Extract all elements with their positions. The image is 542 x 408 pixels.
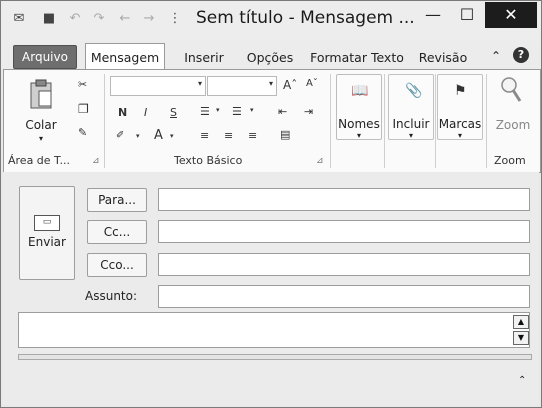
previous-icon[interactable]: ← xyxy=(117,11,133,27)
tags-button[interactable]: ⚑ Marcas ▾ xyxy=(437,74,483,140)
expand-people-pane-icon[interactable]: ⌃ xyxy=(518,375,526,386)
cut-icon[interactable]: ✂ xyxy=(78,78,87,91)
align-right-icon[interactable]: ≡ xyxy=(248,129,257,142)
chevron-down-icon: ▾ xyxy=(197,79,202,88)
chevron-down-icon[interactable]: ▾ xyxy=(136,132,140,140)
scroll-down-icon[interactable]: ▼ xyxy=(513,331,529,345)
ribbon: Colar ▾ ✂ ❐ ✎ Área de T... ⊿ ▾ ▾ Aˆ Aˇ N… xyxy=(3,69,541,173)
paste-button[interactable]: Colar xyxy=(22,118,60,132)
paste-dropdown-icon[interactable]: ▾ xyxy=(22,134,60,143)
to-field[interactable] xyxy=(158,188,530,211)
clipboard-group-label: Área de T... xyxy=(8,154,70,167)
font-name-combo[interactable]: ▾ xyxy=(110,76,206,96)
magnifier-icon[interactable] xyxy=(500,76,522,104)
bcc-field[interactable] xyxy=(158,253,530,276)
undo-icon[interactable]: ↶ xyxy=(67,11,83,27)
subject-field[interactable] xyxy=(158,285,530,308)
group-divider xyxy=(486,74,487,168)
bcc-button[interactable]: Cco... xyxy=(87,253,147,277)
names-button[interactable]: 📖 Nomes ▾ xyxy=(336,74,382,140)
chevron-down-icon: ▾ xyxy=(268,79,273,88)
window-title: Sem título - Mensagem ... xyxy=(196,8,415,28)
numbering-icon[interactable]: ☰ xyxy=(232,105,242,118)
save-icon[interactable]: ■ xyxy=(41,11,57,27)
horizontal-scrollbar[interactable] xyxy=(18,354,532,360)
maximize-button[interactable]: ☐ xyxy=(453,2,481,28)
flag-icon: ⚑ xyxy=(454,83,467,99)
grow-font-button[interactable]: Aˆ xyxy=(283,78,297,92)
align-left-icon[interactable]: ≡ xyxy=(200,129,209,142)
basic-text-group-label: Texto Básico xyxy=(174,154,243,167)
chevron-down-icon: ▾ xyxy=(356,131,361,140)
minimize-ribbon-icon[interactable]: ⌃ xyxy=(491,49,501,63)
bullets-icon[interactable]: ☰ xyxy=(200,105,210,118)
chevron-down-icon[interactable]: ▾ xyxy=(250,106,254,114)
chevron-down-icon: ▾ xyxy=(457,131,462,140)
close-button[interactable]: ✕ xyxy=(485,2,537,28)
redo-icon[interactable]: ↷ xyxy=(91,11,107,27)
tags-label: Marcas xyxy=(438,117,482,131)
compose-form: ▭ Enviar Para... Cc... Cco... Assunto: ▲… xyxy=(3,172,539,405)
zoom-button[interactable]: Zoom xyxy=(488,118,538,132)
font-size-combo[interactable]: ▾ xyxy=(207,76,277,96)
envelope-menu-icon[interactable]: ✉ xyxy=(11,11,27,27)
cc-button[interactable]: Cc... xyxy=(87,220,147,244)
minimize-button[interactable]: — xyxy=(419,2,447,28)
address-book-icon: 📖 xyxy=(351,83,369,99)
align-center-icon[interactable]: ≡ xyxy=(224,129,233,142)
message-window: ✉ ■ ↶ ↷ ← → ⋮ Sem título - Mensagem ... … xyxy=(0,0,542,408)
send-envelope-icon: ▭ xyxy=(34,215,60,231)
zoom-group-label: Zoom xyxy=(494,154,526,167)
styles-icon[interactable]: ▤ xyxy=(280,128,290,141)
underline-button[interactable]: S xyxy=(170,106,177,119)
tab-arquivo[interactable]: Arquivo xyxy=(13,45,77,69)
chevron-down-icon[interactable]: ▾ xyxy=(170,132,174,140)
font-color-button[interactable]: A xyxy=(154,128,163,143)
include-label: Incluir xyxy=(392,117,430,131)
help-icon[interactable]: ? xyxy=(513,47,529,63)
paperclip-icon: 📎 xyxy=(405,83,423,99)
group-divider xyxy=(104,74,105,168)
clipboard-launcher-icon[interactable]: ⊿ xyxy=(92,156,100,166)
basic-text-launcher-icon[interactable]: ⊿ xyxy=(316,156,324,166)
cc-field[interactable] xyxy=(158,220,530,243)
message-body[interactable]: ▲ ▼ xyxy=(18,312,530,348)
vertical-scrollbar[interactable]: ▲ ▼ xyxy=(513,315,529,345)
format-painter-icon[interactable]: ✎ xyxy=(78,126,87,139)
tab-revisao[interactable]: Revisão xyxy=(418,47,468,69)
send-label: Enviar xyxy=(28,235,66,249)
chevron-down-icon: ▾ xyxy=(408,131,413,140)
tab-opcoes[interactable]: Opções xyxy=(241,47,299,69)
bold-button[interactable]: N xyxy=(118,106,127,119)
subject-label: Assunto: xyxy=(85,289,138,303)
send-button[interactable]: ▭ Enviar xyxy=(19,186,75,280)
include-button[interactable]: 📎 Incluir ▾ xyxy=(388,74,434,140)
increase-indent-icon[interactable]: ⇥ xyxy=(304,105,313,118)
copy-icon[interactable]: ❐ xyxy=(78,102,89,116)
scroll-up-icon[interactable]: ▲ xyxy=(513,315,529,329)
next-icon[interactable]: → xyxy=(141,11,157,27)
italic-button[interactable]: I xyxy=(144,106,147,119)
chevron-down-icon[interactable]: ▾ xyxy=(216,106,220,114)
paste-icon[interactable] xyxy=(28,78,54,110)
title-bar: ✉ ■ ↶ ↷ ← → ⋮ Sem título - Mensagem ... … xyxy=(1,1,541,41)
to-button[interactable]: Para... xyxy=(87,188,147,212)
highlight-icon[interactable]: ✐ xyxy=(116,130,124,141)
names-label: Nomes xyxy=(338,117,380,131)
tab-mensagem[interactable]: Mensagem xyxy=(85,43,165,71)
group-divider xyxy=(330,74,331,168)
decrease-indent-icon[interactable]: ⇤ xyxy=(278,105,287,118)
tab-inserir[interactable]: Inserir xyxy=(178,47,230,69)
tab-formatar-texto[interactable]: Formatar Texto xyxy=(310,47,404,69)
customize-toolbar-icon[interactable]: ⋮ xyxy=(167,11,183,27)
shrink-font-button[interactable]: Aˇ xyxy=(306,78,318,89)
